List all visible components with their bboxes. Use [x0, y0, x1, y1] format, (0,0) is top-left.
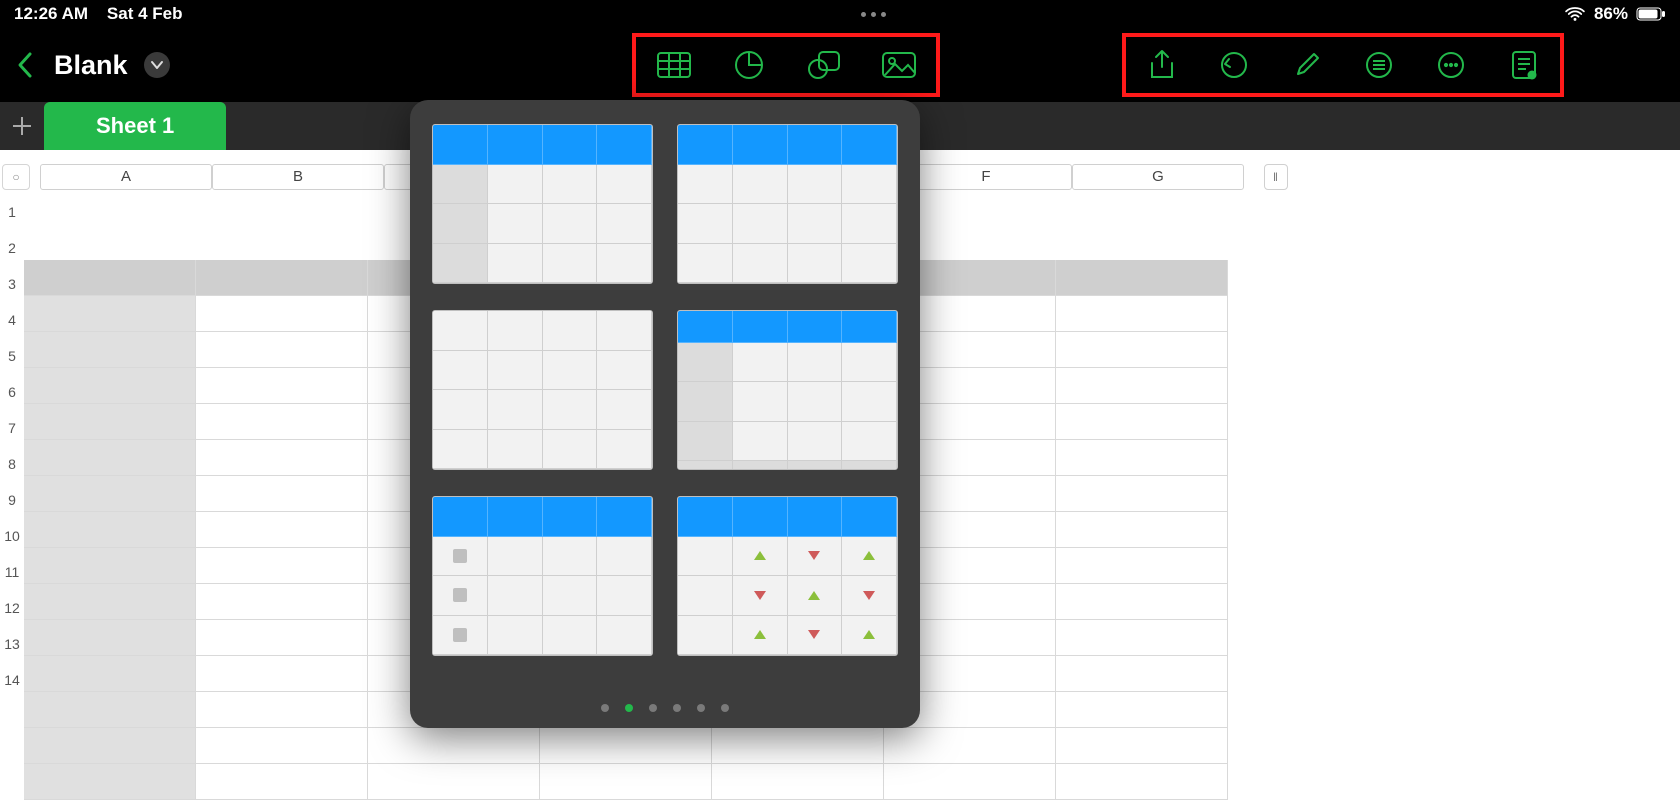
page-dot[interactable]: [697, 704, 705, 712]
page-dot[interactable]: [721, 704, 729, 712]
row-header[interactable]: 9: [0, 482, 24, 518]
row-header[interactable]: 1: [0, 194, 24, 230]
page-dot[interactable]: [649, 704, 657, 712]
undo-icon[interactable]: [1212, 43, 1256, 87]
row-header[interactable]: 14: [0, 662, 24, 698]
table-template-6[interactable]: [677, 496, 898, 656]
column-header[interactable]: B: [212, 164, 384, 190]
status-time: 12:26 AM: [14, 4, 88, 23]
insert-table-popover[interactable]: [410, 100, 920, 728]
chart-icon[interactable]: [727, 43, 771, 87]
status-bar: 12:26 AM Sat 4 Feb 86%: [0, 0, 1680, 28]
status-time-date: 12:26 AM Sat 4 Feb: [14, 4, 183, 24]
row-header[interactable]: 13: [0, 626, 24, 662]
column-header[interactable]: G: [1072, 164, 1244, 190]
reorder-icon[interactable]: [1357, 43, 1401, 87]
popover-page-dots[interactable]: [410, 704, 920, 712]
battery-pct: 86%: [1594, 4, 1628, 24]
table-template-4[interactable]: [677, 310, 898, 470]
actions-toolbar-group: [1122, 33, 1564, 97]
row-header[interactable]: 11: [0, 554, 24, 590]
more-icon[interactable]: [1429, 43, 1473, 87]
row-headers: 1234567891011121314: [0, 194, 24, 698]
add-sheet-button[interactable]: [0, 102, 44, 150]
page-dot[interactable]: [625, 704, 633, 712]
table-icon[interactable]: [652, 43, 696, 87]
row-header[interactable]: 3: [0, 266, 24, 302]
row-header[interactable]: 10: [0, 518, 24, 554]
row-header[interactable]: 12: [0, 590, 24, 626]
paintbrush-icon[interactable]: [1285, 43, 1329, 87]
status-date: Sat 4 Feb: [107, 4, 183, 23]
shape-icon[interactable]: [802, 43, 846, 87]
table-template-5[interactable]: [432, 496, 653, 656]
back-button[interactable]: [10, 49, 42, 81]
multitasking-dots[interactable]: [183, 12, 1564, 17]
row-header[interactable]: 2: [0, 230, 24, 266]
column-header[interactable]: F: [900, 164, 1072, 190]
row-header[interactable]: 5: [0, 338, 24, 374]
row-header[interactable]: 8: [0, 446, 24, 482]
row-header[interactable]: 4: [0, 302, 24, 338]
battery-icon: [1636, 7, 1666, 21]
media-icon[interactable]: [877, 43, 921, 87]
table-template-1[interactable]: [432, 124, 653, 284]
document-menu-button[interactable]: [144, 52, 170, 78]
column-header[interactable]: A: [40, 164, 212, 190]
wifi-icon: [1564, 6, 1586, 22]
row-header[interactable]: 6: [0, 374, 24, 410]
share-icon[interactable]: [1140, 43, 1184, 87]
table-template-3[interactable]: [432, 310, 653, 470]
table-template-2[interactable]: [677, 124, 898, 284]
sheet-tab-active[interactable]: Sheet 1: [44, 102, 226, 150]
columns-handle[interactable]: ǁ: [1264, 164, 1288, 190]
page-dot[interactable]: [673, 704, 681, 712]
inspector-icon[interactable]: [1502, 43, 1546, 87]
page-dot[interactable]: [601, 704, 609, 712]
document-title[interactable]: Blank: [54, 50, 128, 81]
insert-toolbar-group: [632, 33, 940, 97]
table-select-corner[interactable]: ○: [2, 164, 30, 190]
row-header[interactable]: 7: [0, 410, 24, 446]
